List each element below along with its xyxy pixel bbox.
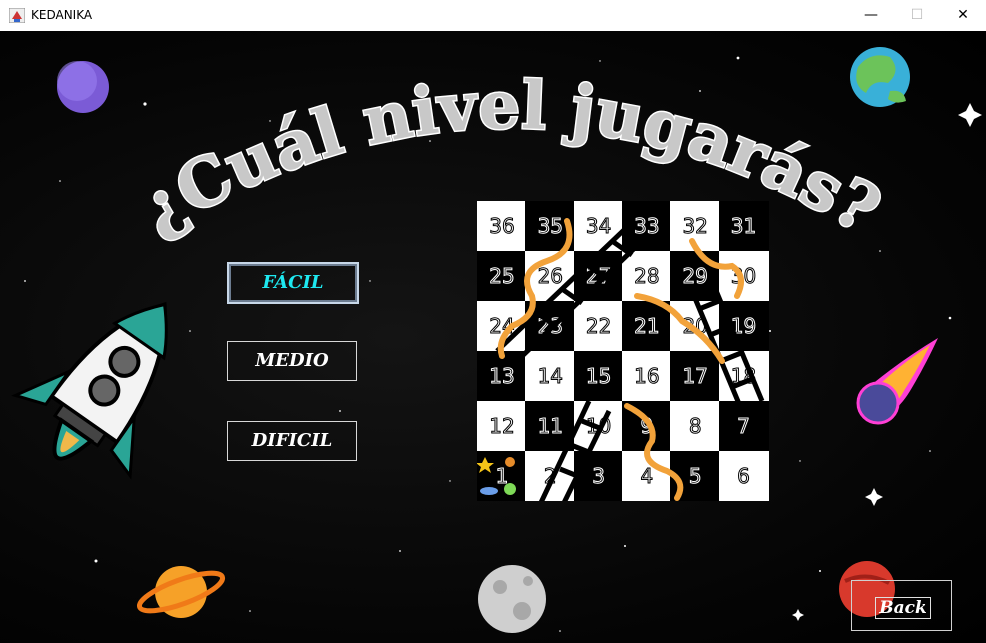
board-cell: 24 <box>477 301 527 351</box>
board-cell: 20 <box>670 301 721 351</box>
board-cell: 13 <box>477 351 527 401</box>
moon-icon <box>478 565 546 633</box>
window-title: KEDANIKA <box>31 8 93 22</box>
rocket-icon <box>11 301 168 480</box>
saturn-planet-icon <box>136 566 226 618</box>
snakes-ladders-board: 36 35 34 33 32 31 25 26 27 28 29 30 24 23 22 21 20 19 13 14… <box>477 201 769 501</box>
board-cell: 4 <box>621 451 672 501</box>
back-button[interactable]: Back <box>851 580 952 631</box>
title-bar: KEDANIKA — ☐ ✕ <box>0 0 986 32</box>
board-cell: 1 <box>477 451 527 501</box>
board-cell: 14 <box>525 351 576 401</box>
board-cell: 18 <box>718 351 769 401</box>
board-cell: 31 <box>718 201 769 251</box>
close-button[interactable]: ✕ <box>940 0 986 31</box>
board-cell: 34 <box>573 201 624 251</box>
board-cell: 23 <box>525 301 576 351</box>
board-cell: 10 <box>573 401 624 451</box>
board-cell: 27 <box>573 251 624 301</box>
board-cell: 12 <box>477 401 527 451</box>
board-cell: 5 <box>670 451 721 501</box>
board-cell: 32 <box>670 201 721 251</box>
board-cell: 16 <box>621 351 672 401</box>
board-cell: 7 <box>718 401 769 451</box>
board-cell: 17 <box>670 351 721 401</box>
app-window: KEDANIKA — ☐ ✕ ¿Cuál nivel jugarás? FÁCI… <box>0 0 986 643</box>
board-cell: 26 <box>525 251 576 301</box>
board-cell: 15 <box>573 351 624 401</box>
maximize-button[interactable]: ☐ <box>894 0 940 31</box>
board-cell: 29 <box>670 251 721 301</box>
board-cell: 3 <box>573 451 624 501</box>
board-cell: 2 <box>525 451 576 501</box>
comet-icon <box>856 338 938 425</box>
board-cell: 19 <box>718 301 769 351</box>
board-cell: 22 <box>573 301 624 351</box>
java-app-icon <box>9 8 25 23</box>
medium-level-button[interactable]: MEDIO <box>227 341 357 381</box>
board-cell: 35 <box>525 201 576 251</box>
hard-level-button[interactable]: DIFICIL <box>227 421 357 461</box>
board-cell: 28 <box>621 251 672 301</box>
board-cell: 11 <box>525 401 576 451</box>
board-cell: 21 <box>621 301 672 351</box>
back-button-label[interactable]: Back <box>875 597 931 619</box>
board-cell: 36 <box>477 201 527 251</box>
board-cell: 25 <box>477 251 527 301</box>
board-cell: 8 <box>670 401 721 451</box>
board-cell: 9 <box>621 401 672 451</box>
board-cell: 6 <box>718 451 769 501</box>
board-cell: 33 <box>621 201 672 251</box>
board-cell: 30 <box>718 251 769 301</box>
space-background: ¿Cuál nivel jugarás? FÁCIL MEDIO DIFICIL… <box>0 31 986 643</box>
minimize-button[interactable]: — <box>848 0 894 31</box>
easy-level-button[interactable]: FÁCIL <box>227 262 359 304</box>
